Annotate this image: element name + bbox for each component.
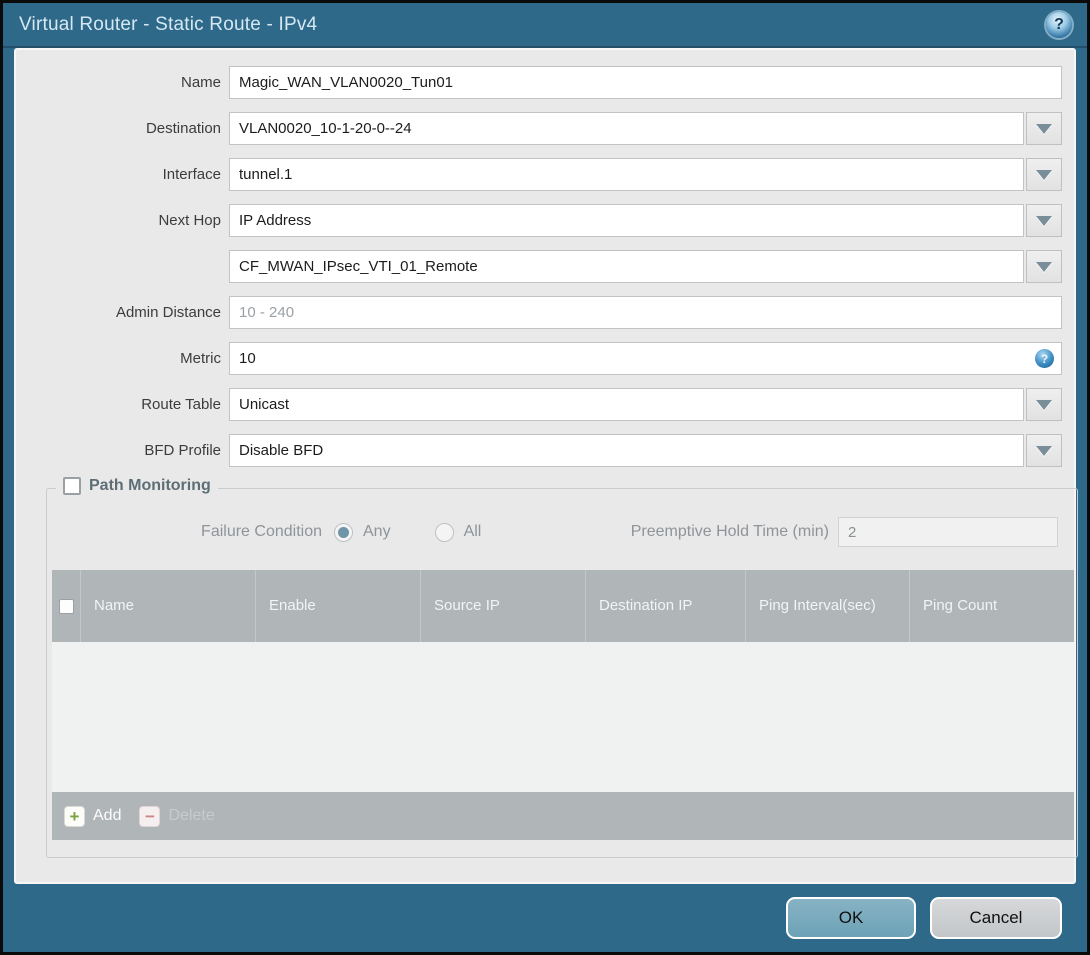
chevron-down-icon — [1036, 261, 1052, 272]
column-header-enable: Enable — [255, 570, 420, 642]
chevron-down-icon — [1036, 215, 1052, 226]
metric-help-icon[interactable]: ? — [1035, 349, 1054, 368]
interface-input[interactable] — [229, 158, 1024, 191]
column-header-source-ip: Source IP — [420, 570, 585, 642]
next-hop-label: Next Hop — [158, 212, 221, 229]
destination-dropdown-button[interactable] — [1026, 112, 1062, 145]
column-header-ping-interval: Ping Interval(sec) — [745, 570, 909, 642]
admin-distance-label: Admin Distance — [115, 304, 221, 321]
chevron-down-icon — [1036, 445, 1052, 456]
row-admin-distance: Admin Distance — [28, 296, 1062, 329]
chevron-down-icon — [1036, 399, 1052, 410]
ok-button[interactable]: OK — [786, 896, 916, 939]
bfd-profile-dropdown-button[interactable] — [1026, 434, 1062, 467]
metric-input[interactable] — [229, 342, 1062, 375]
destination-input[interactable] — [229, 112, 1024, 145]
next-hop-type-dropdown-button[interactable] — [1026, 204, 1062, 237]
failure-condition-radio-any[interactable] — [334, 522, 353, 542]
failure-condition-all-label: All — [463, 523, 482, 540]
delete-button[interactable]: − Delete — [139, 805, 215, 827]
row-bfd-profile: BFD Profile — [28, 434, 1062, 467]
row-next-hop: Next Hop — [28, 204, 1062, 237]
metric-label: Metric — [180, 350, 221, 367]
dialog-title: Virtual Router - Static Route - IPv4 — [19, 13, 318, 35]
row-destination: Destination — [28, 112, 1062, 145]
table-header-row: Name Enable Source IP Destination IP Pin… — [52, 570, 1074, 642]
column-header-destination-ip: Destination IP — [585, 570, 745, 642]
delete-minus-icon: − — [139, 805, 161, 827]
failure-condition-label: Failure Condition — [201, 523, 322, 540]
admin-distance-input[interactable] — [229, 296, 1062, 329]
path-monitoring-checkbox[interactable] — [63, 477, 81, 495]
route-table-label: Route Table — [141, 396, 221, 413]
next-hop-address-dropdown-button[interactable] — [1026, 250, 1062, 283]
path-monitoring-table: Name Enable Source IP Destination IP Pin… — [52, 570, 1074, 840]
row-metric: Metric ? — [28, 342, 1062, 375]
destination-label: Destination — [145, 120, 221, 137]
next-hop-type-input[interactable] — [229, 204, 1024, 237]
cancel-button[interactable]: Cancel — [930, 896, 1062, 939]
dialog-body: Name Destination Interface — [14, 48, 1078, 884]
row-next-hop-address — [28, 250, 1062, 283]
bfd-profile-label: BFD Profile — [144, 442, 221, 459]
row-interface: Interface — [28, 158, 1062, 191]
interface-label: Interface — [162, 166, 221, 183]
column-header-name: Name — [80, 570, 255, 642]
failure-condition-row: Failure Condition Any All Preemptive Hol… — [52, 517, 1072, 547]
path-monitoring-legend: Path Monitoring — [56, 477, 218, 495]
static-route-dialog: Virtual Router - Static Route - IPv4 ? N… — [0, 0, 1090, 955]
bfd-profile-input[interactable] — [229, 434, 1024, 467]
path-monitoring-title: Path Monitoring — [89, 477, 211, 494]
preemptive-hold-time-label: Preemptive Hold Time (min) — [630, 523, 829, 540]
preemptive-hold-time-input[interactable] — [838, 517, 1058, 547]
dialog-titlebar: Virtual Router - Static Route - IPv4 ? — [3, 3, 1087, 48]
route-table-dropdown-button[interactable] — [1026, 388, 1062, 421]
chevron-down-icon — [1036, 169, 1052, 180]
delete-button-label: Delete — [168, 807, 215, 824]
add-plus-icon: + — [64, 805, 85, 827]
dialog-footer: OK Cancel — [3, 884, 1087, 951]
help-icon[interactable]: ? — [1046, 11, 1072, 38]
add-button-label: Add — [93, 807, 122, 824]
row-name: Name — [28, 66, 1062, 99]
failure-condition-any-label: Any — [363, 523, 391, 540]
next-hop-address-input[interactable] — [229, 250, 1024, 283]
name-input[interactable] — [229, 66, 1062, 99]
select-all-cell — [52, 570, 80, 642]
row-route-table: Route Table — [28, 388, 1062, 421]
interface-dropdown-button[interactable] — [1026, 158, 1062, 191]
select-all-checkbox[interactable] — [58, 598, 74, 614]
add-button[interactable]: + Add — [64, 805, 122, 827]
failure-condition-radio-all[interactable] — [434, 522, 454, 542]
table-toolbar: + Add − Delete — [52, 792, 1074, 840]
path-monitoring-group: Path Monitoring Failure Condition Any Al… — [46, 477, 1078, 858]
column-header-ping-count: Ping Count — [909, 570, 1074, 642]
chevron-down-icon — [1036, 123, 1052, 134]
name-label: Name — [180, 74, 221, 91]
route-table-input[interactable] — [229, 388, 1024, 421]
table-body-empty — [52, 642, 1074, 792]
